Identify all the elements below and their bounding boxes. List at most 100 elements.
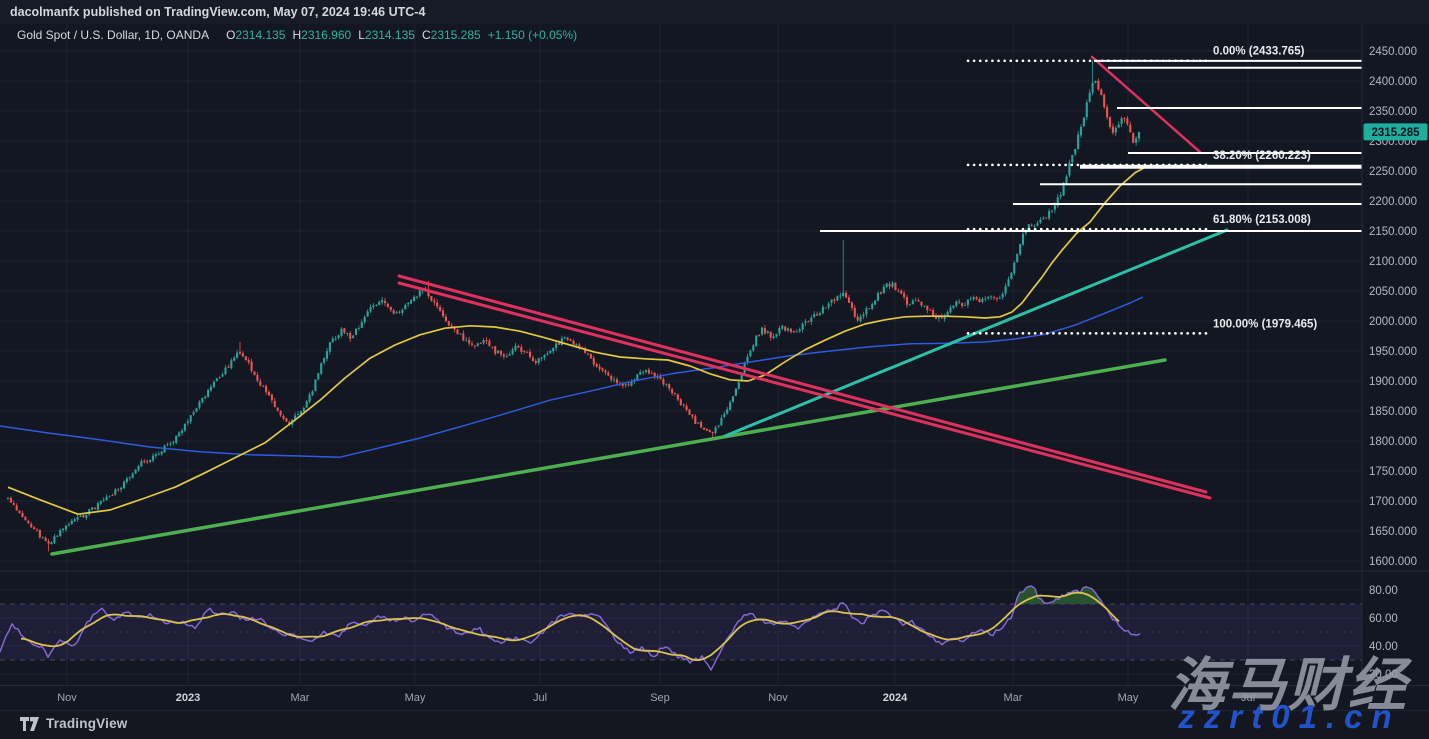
candle (538, 358, 540, 363)
candle (1132, 133, 1134, 143)
candle (993, 297, 995, 298)
candle (372, 306, 374, 307)
candle (1031, 225, 1033, 226)
candle (190, 415, 192, 421)
candle (651, 373, 653, 374)
candle (1019, 244, 1021, 254)
candle (810, 318, 812, 322)
candle (952, 306, 954, 308)
candle (703, 428, 705, 430)
candle (1138, 132, 1140, 139)
trendline-downtrend-pink[interactable] (1092, 57, 1200, 152)
candle (822, 307, 824, 313)
chart-canvas[interactable]: 0.00% (2433.765)38.20% (2260.223)61.80% … (0, 0, 1429, 739)
price-tick-label: 2350.000 (1369, 106, 1417, 118)
candle (468, 340, 470, 344)
candle (1051, 211, 1053, 212)
candle (1071, 155, 1073, 162)
fib-label: 0.00% (2433.765) (1213, 46, 1305, 58)
candle (775, 334, 777, 336)
candle (306, 401, 308, 407)
candle (375, 305, 377, 306)
symbol-title[interactable]: Gold Spot / U.S. Dollar, 1D, OANDA (17, 28, 209, 42)
indicator-tick-label: 60.00 (1369, 613, 1398, 625)
candle (158, 454, 160, 455)
candle (256, 375, 258, 381)
candle (329, 342, 331, 351)
trendline-support-green[interactable] (52, 360, 1165, 554)
change-value: +1.150 (+0.05%) (488, 28, 577, 42)
candle (677, 395, 679, 400)
candle (929, 310, 931, 311)
candle (410, 300, 412, 303)
candle (62, 529, 64, 530)
price-tick-label: 1700.000 (1369, 496, 1417, 508)
candle (465, 340, 467, 341)
candle (529, 352, 531, 357)
tradingview-logo-icon (20, 717, 39, 731)
candle (140, 461, 142, 466)
candle (990, 297, 992, 298)
tradingview-brand[interactable]: TradingView (20, 716, 127, 731)
candle (1103, 95, 1105, 107)
candle (512, 349, 514, 354)
fibonacci-layer[interactable]: 0.00% (2433.765)38.20% (2260.223)61.80% … (968, 46, 1317, 334)
fib-label: 100.00% (1979.465) (1213, 318, 1317, 330)
candle (552, 348, 554, 351)
candle (558, 343, 560, 345)
candle (636, 374, 638, 379)
candle (21, 513, 23, 517)
trendlines-layer[interactable] (52, 57, 1227, 554)
candle (216, 378, 218, 381)
candle (242, 353, 244, 356)
candle (601, 368, 603, 370)
time-tick-label: May (1118, 692, 1139, 704)
candle (883, 287, 885, 294)
candle (1100, 89, 1102, 95)
candle (674, 393, 676, 394)
candle (645, 370, 647, 372)
candle (715, 427, 717, 433)
candle (706, 429, 708, 431)
candle (828, 304, 830, 308)
candle (233, 358, 235, 361)
candle (1005, 286, 1007, 293)
candle (839, 296, 841, 297)
candle (996, 298, 998, 299)
time-tick-label: Jul (533, 692, 547, 704)
candle (726, 409, 728, 413)
candle (1068, 163, 1070, 176)
ohlc-high-label: H (292, 28, 301, 42)
candle (981, 299, 983, 302)
price-tick-label: 2050.000 (1369, 286, 1417, 298)
price-tick-label: 1950.000 (1369, 346, 1417, 358)
candle (720, 418, 722, 425)
candle (413, 297, 415, 301)
candle (833, 300, 835, 301)
candle (277, 408, 279, 411)
candle (906, 297, 908, 305)
candle (230, 360, 232, 368)
candle (564, 337, 566, 338)
indicator-tick-label: 80.00 (1369, 585, 1398, 597)
candle (613, 380, 615, 381)
candle (796, 332, 798, 333)
trendline-channel-pink-b[interactable] (399, 283, 1210, 498)
candle (891, 283, 893, 287)
candle (1083, 118, 1085, 127)
candle (749, 350, 751, 356)
candle (126, 478, 128, 482)
candle (459, 334, 461, 335)
candle (1135, 138, 1137, 142)
rsi-pane[interactable] (0, 586, 1362, 670)
price-levels-layer[interactable] (820, 61, 1362, 231)
candle (349, 333, 351, 339)
candle (1060, 195, 1062, 197)
candle (53, 536, 55, 542)
chart-legend[interactable]: Gold Spot / U.S. Dollar, 1D, OANDAO2314.… (17, 28, 577, 44)
trendline-channel-pink-a[interactable] (399, 276, 1206, 492)
candle (1077, 135, 1079, 150)
time-axis[interactable]: Nov2023MarMayJulSepNov2024MarMayJul (57, 692, 1255, 704)
candle (1039, 220, 1041, 223)
candle (973, 297, 975, 299)
